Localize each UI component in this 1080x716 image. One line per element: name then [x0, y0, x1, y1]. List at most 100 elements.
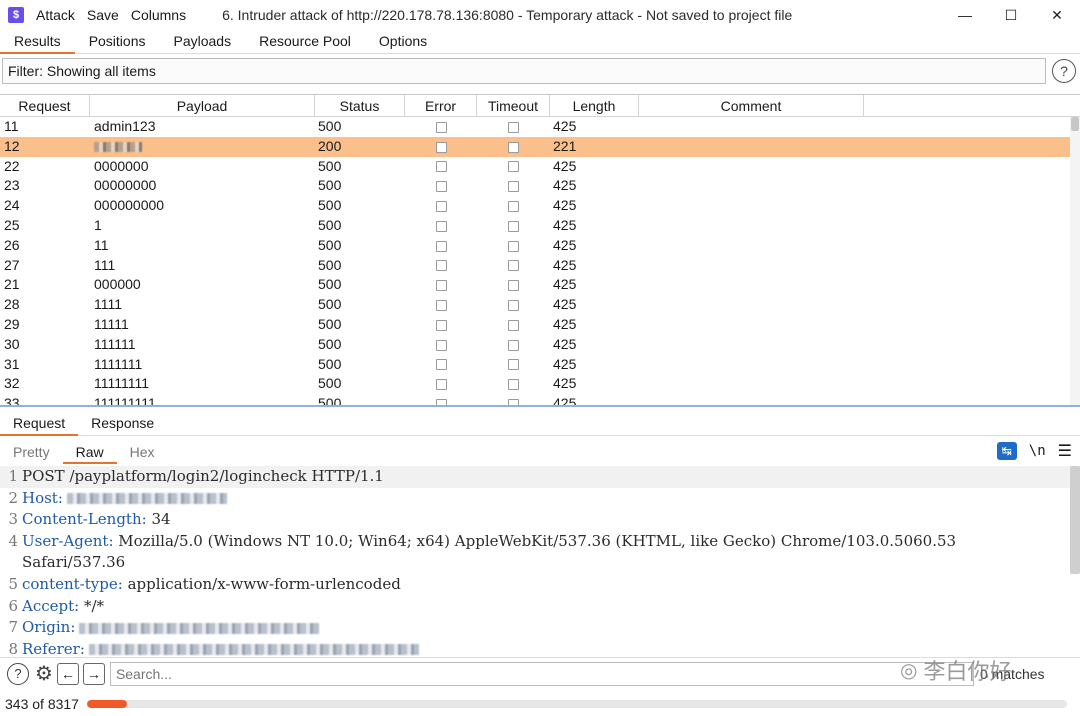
error-checkbox[interactable] — [435, 161, 447, 173]
cell-comment[interactable] — [639, 256, 864, 276]
table-row[interactable]: 28 1111 500 425 — [0, 295, 1080, 315]
cell-comment[interactable] — [639, 117, 864, 137]
cell-comment[interactable] — [639, 394, 864, 405]
menu-attack[interactable]: Attack — [30, 7, 81, 23]
timeout-checkbox[interactable] — [508, 220, 519, 232]
line-number: 2 — [8, 488, 18, 507]
request-editor[interactable]: 1 POST /payplatform/login2/logincheck HTT… — [0, 466, 1080, 656]
table-row[interactable]: 26 11 500 425 — [0, 236, 1080, 256]
tab-resource-pool[interactable]: Resource Pool — [245, 30, 365, 54]
table-row[interactable]: 25 1 500 425 — [0, 216, 1080, 236]
table-row[interactable]: 22 0000000 500 425 — [0, 157, 1080, 177]
table-row[interactable]: 12 200 221 — [0, 136, 1080, 157]
cell-comment[interactable] — [639, 355, 864, 375]
help-icon[interactable]: ? — [7, 662, 29, 685]
timeout-checkbox[interactable] — [508, 319, 519, 331]
cell-comment[interactable] — [639, 315, 864, 335]
table-row[interactable]: 11 admin123 500 425 — [0, 117, 1080, 137]
cell-comment[interactable] — [639, 157, 864, 177]
tab-hex[interactable]: Hex — [117, 440, 168, 464]
cell-comment[interactable] — [639, 335, 864, 355]
newline-toggle-icon[interactable]: \n — [1029, 443, 1046, 459]
column-header-comment[interactable]: Comment — [639, 95, 864, 117]
error-checkbox[interactable] — [435, 200, 447, 212]
cell-comment[interactable] — [639, 216, 864, 236]
table-row[interactable]: 21 000000 500 425 — [0, 275, 1080, 295]
column-header-timeout[interactable]: Timeout — [477, 95, 550, 117]
tab-results[interactable]: Results — [0, 30, 75, 54]
cell-comment[interactable] — [639, 374, 864, 394]
table-row[interactable]: 29 11111 500 425 — [0, 315, 1080, 335]
table-row[interactable]: 31 1111111 500 425 — [0, 355, 1080, 375]
column-header-length[interactable]: Length — [550, 95, 639, 117]
cell-comment[interactable] — [639, 295, 864, 315]
tab-payloads[interactable]: Payloads — [160, 30, 246, 54]
column-header-request[interactable]: Request — [0, 95, 90, 117]
editor-scrollbar[interactable] — [1070, 466, 1080, 574]
cell-comment[interactable] — [639, 196, 864, 216]
timeout-checkbox[interactable] — [508, 379, 519, 391]
error-checkbox[interactable] — [435, 181, 447, 193]
tab-positions[interactable]: Positions — [75, 30, 160, 54]
error-checkbox[interactable] — [435, 339, 447, 351]
word-wrap-icon[interactable]: ↹ — [996, 442, 1017, 460]
timeout-checkbox[interactable] — [508, 299, 519, 311]
timeout-checkbox[interactable] — [508, 398, 519, 405]
error-checkbox[interactable] — [435, 121, 447, 133]
maximize-icon[interactable]: ☐ — [988, 0, 1034, 30]
error-checkbox[interactable] — [435, 359, 447, 371]
help-icon[interactable]: ? — [1052, 59, 1076, 83]
timeout-checkbox[interactable] — [508, 240, 519, 252]
cell-comment[interactable] — [639, 137, 864, 157]
timeout-checkbox[interactable] — [508, 181, 519, 193]
cell-timeout — [477, 295, 550, 315]
table-row[interactable]: 33 111111111 500 425 — [0, 394, 1080, 405]
table-row[interactable]: 30 111111 500 425 — [0, 335, 1080, 355]
menu-columns[interactable]: Columns — [125, 7, 192, 23]
timeout-checkbox[interactable] — [508, 141, 519, 153]
column-header-error[interactable]: Error — [405, 95, 477, 117]
error-checkbox[interactable] — [435, 319, 447, 331]
timeout-checkbox[interactable] — [508, 359, 519, 371]
gear-icon[interactable]: ⚙ — [35, 661, 53, 686]
timeout-checkbox[interactable] — [508, 121, 519, 133]
tab-pretty[interactable]: Pretty — [0, 440, 63, 464]
error-checkbox[interactable] — [435, 260, 447, 272]
error-checkbox[interactable] — [435, 220, 447, 232]
search-input[interactable] — [109, 661, 974, 686]
table-row[interactable]: 27 111 500 425 — [0, 256, 1080, 276]
timeout-checkbox[interactable] — [508, 280, 519, 292]
column-header-payload[interactable]: Payload — [90, 95, 315, 117]
column-header-status[interactable]: Status — [315, 95, 405, 117]
minimize-icon[interactable]: — — [942, 0, 988, 30]
error-checkbox[interactable] — [435, 299, 447, 311]
menu-save[interactable]: Save — [81, 7, 125, 23]
timeout-checkbox[interactable] — [508, 260, 519, 272]
tab-request[interactable]: Request — [0, 411, 79, 436]
close-icon[interactable]: ✕ — [1034, 0, 1080, 30]
table-row[interactable]: 23 00000000 500 425 — [0, 176, 1080, 196]
cell-status: 200 — [318, 137, 342, 154]
cell-comment[interactable] — [639, 275, 864, 295]
cell-comment[interactable] — [639, 176, 864, 196]
error-checkbox[interactable] — [435, 141, 447, 153]
filter-bar[interactable]: Filter: Showing all items — [2, 58, 1046, 84]
error-checkbox[interactable] — [435, 240, 447, 252]
table-row[interactable]: 32 11111111 500 425 — [0, 374, 1080, 394]
error-checkbox[interactable] — [435, 280, 447, 292]
timeout-checkbox[interactable] — [508, 161, 519, 173]
scrollbar-thumb[interactable] — [1071, 117, 1079, 131]
cell-comment[interactable] — [639, 236, 864, 256]
previous-arrow-icon[interactable]: ← — [56, 662, 79, 685]
tab-raw[interactable]: Raw — [62, 440, 117, 464]
next-arrow-icon[interactable]: → — [82, 662, 105, 685]
error-checkbox[interactable] — [435, 379, 447, 391]
tab-response[interactable]: Response — [78, 411, 167, 436]
table-row[interactable]: 24 000000000 500 425 — [0, 196, 1080, 216]
error-checkbox[interactable] — [435, 398, 447, 405]
tab-options[interactable]: Options — [365, 30, 441, 54]
hamburger-menu-icon[interactable]: ☰ — [1058, 441, 1072, 461]
table-scrollbar[interactable] — [1070, 117, 1080, 405]
timeout-checkbox[interactable] — [508, 200, 519, 212]
timeout-checkbox[interactable] — [508, 339, 519, 351]
